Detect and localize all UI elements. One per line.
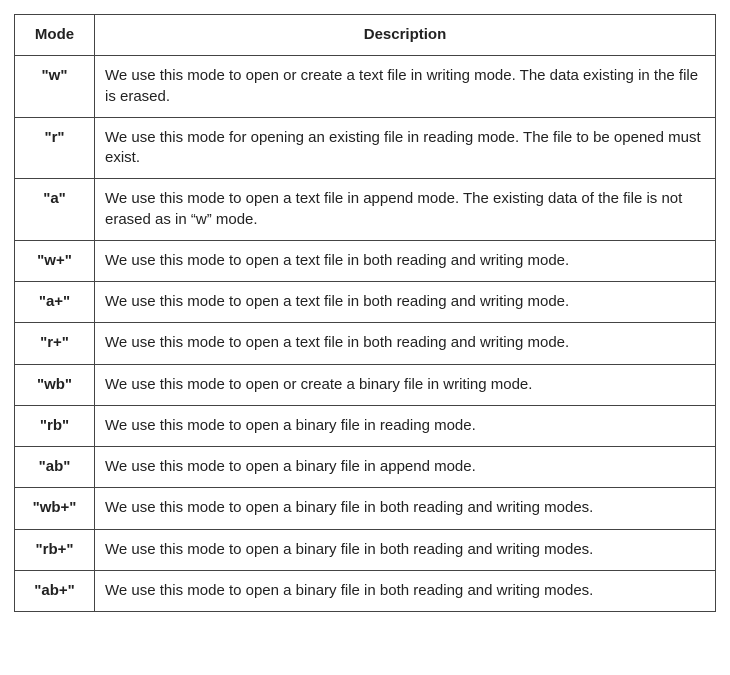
table-row: "r+" We use this mode to open a text fil… bbox=[15, 323, 716, 364]
table-row: "w" We use this mode to open or create a… bbox=[15, 56, 716, 118]
table-row: "ab" We use this mode to open a binary f… bbox=[15, 447, 716, 488]
mode-cell: "ab+" bbox=[15, 570, 95, 611]
description-cell: We use this mode to open a text file in … bbox=[95, 323, 716, 364]
description-cell: We use this mode to open a binary file i… bbox=[95, 405, 716, 446]
description-cell: We use this mode to open or create a bin… bbox=[95, 364, 716, 405]
mode-cell: "rb" bbox=[15, 405, 95, 446]
mode-cell: "w" bbox=[15, 56, 95, 118]
file-modes-table: Mode Description "w" We use this mode to… bbox=[14, 14, 716, 612]
description-cell: We use this mode to open a text file in … bbox=[95, 179, 716, 241]
mode-cell: "a+" bbox=[15, 282, 95, 323]
table-row: "w+" We use this mode to open a text fil… bbox=[15, 240, 716, 281]
table-row: "ab+" We use this mode to open a binary … bbox=[15, 570, 716, 611]
table-row: "wb" We use this mode to open or create … bbox=[15, 364, 716, 405]
mode-cell: "w+" bbox=[15, 240, 95, 281]
mode-cell: "wb+" bbox=[15, 488, 95, 529]
description-cell: We use this mode to open a text file in … bbox=[95, 282, 716, 323]
header-description: Description bbox=[95, 15, 716, 56]
description-cell: We use this mode to open or create a tex… bbox=[95, 56, 716, 118]
mode-cell: "rb+" bbox=[15, 529, 95, 570]
description-cell: We use this mode to open a text file in … bbox=[95, 240, 716, 281]
description-cell: We use this mode to open a binary file i… bbox=[95, 529, 716, 570]
table-row: "rb+" We use this mode to open a binary … bbox=[15, 529, 716, 570]
mode-cell: "r" bbox=[15, 117, 95, 179]
table-row: "rb" We use this mode to open a binary f… bbox=[15, 405, 716, 446]
description-cell: We use this mode to open a binary file i… bbox=[95, 488, 716, 529]
mode-cell: "a" bbox=[15, 179, 95, 241]
mode-cell: "r+" bbox=[15, 323, 95, 364]
description-cell: We use this mode to open a binary file i… bbox=[95, 570, 716, 611]
table-row: "a" We use this mode to open a text file… bbox=[15, 179, 716, 241]
header-mode: Mode bbox=[15, 15, 95, 56]
mode-cell: "ab" bbox=[15, 447, 95, 488]
mode-cell: "wb" bbox=[15, 364, 95, 405]
description-cell: We use this mode to open a binary file i… bbox=[95, 447, 716, 488]
table-row: "wb+" We use this mode to open a binary … bbox=[15, 488, 716, 529]
table-row: "r" We use this mode for opening an exis… bbox=[15, 117, 716, 179]
table-row: "a+" We use this mode to open a text fil… bbox=[15, 282, 716, 323]
description-cell: We use this mode for opening an existing… bbox=[95, 117, 716, 179]
table-header-row: Mode Description bbox=[15, 15, 716, 56]
